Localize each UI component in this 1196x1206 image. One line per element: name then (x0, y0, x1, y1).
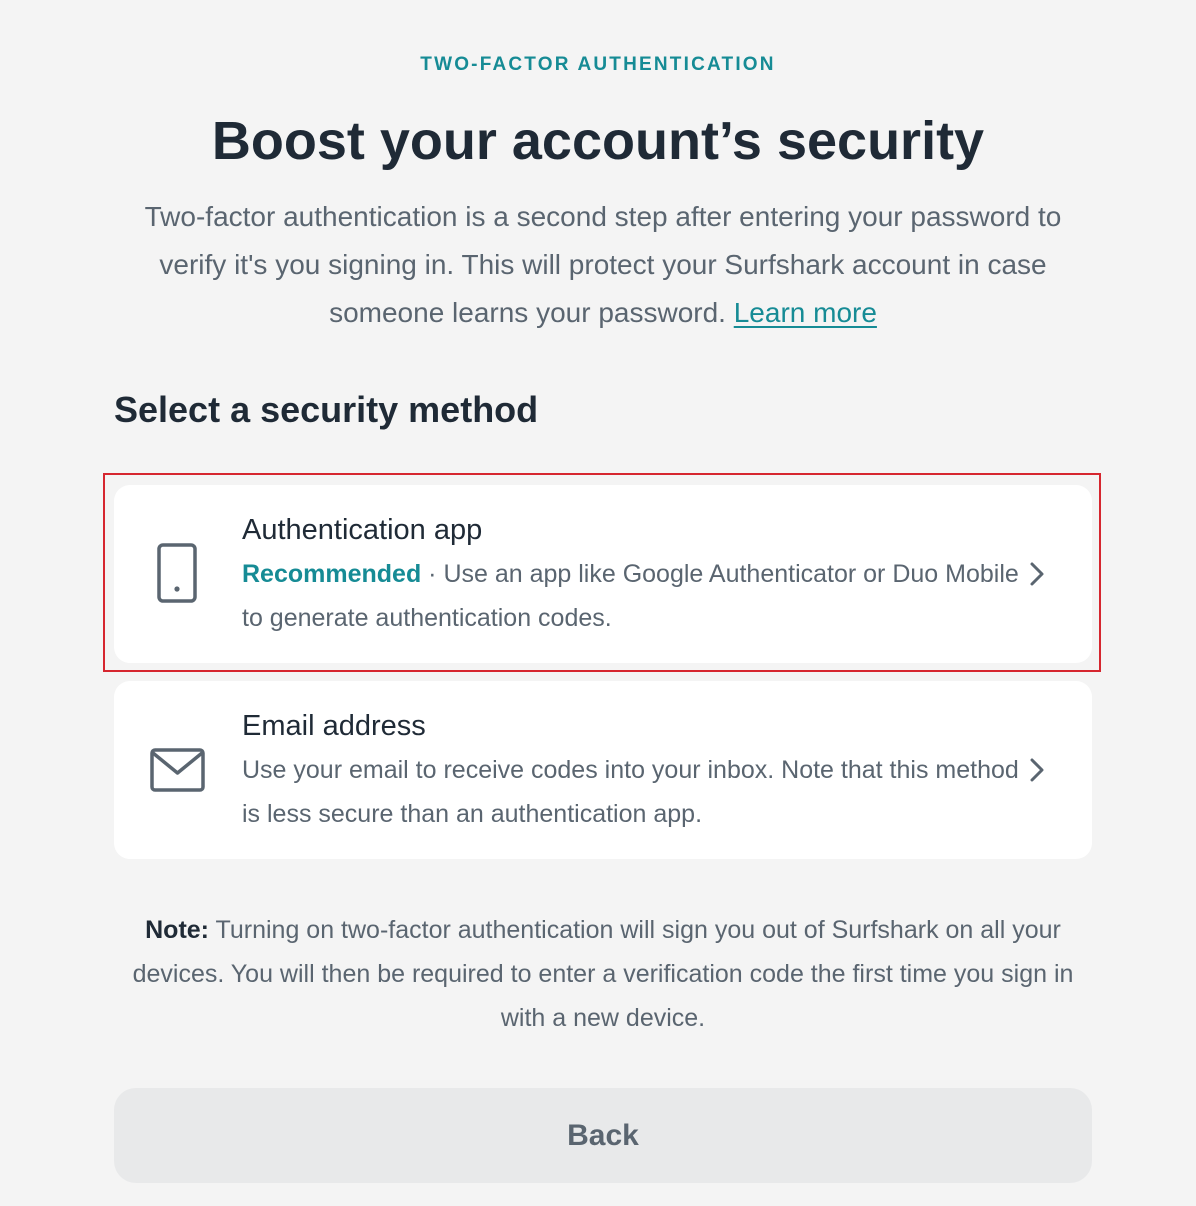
method-card-authentication-app[interactable]: Authentication app Recommended · Use an … (114, 485, 1092, 663)
badge-separator: · (421, 560, 444, 588)
intro-text: Two-factor authentication is a second st… (144, 201, 1062, 328)
recommended-badge: Recommended (242, 560, 422, 588)
back-button[interactable]: Back (114, 1088, 1092, 1183)
page-eyebrow: TWO-FACTOR AUTHENTICATION (420, 54, 776, 75)
method-description: Recommended · Use an app like Google Aut… (242, 552, 1022, 640)
method-title: Authentication app (242, 514, 483, 546)
note-text: Turning on two-factor authentication wil… (132, 916, 1074, 1032)
chevron-right-icon (1024, 757, 1050, 783)
method-description: Use your email to receive codes into you… (242, 756, 1019, 828)
chevron-right-icon (1024, 561, 1050, 587)
page-title: Boost your account’s security (211, 111, 985, 171)
method-card-email-address[interactable]: Email address Use your email to receive … (114, 681, 1092, 859)
envelope-icon (148, 738, 208, 802)
method-title: Email address (242, 710, 426, 742)
signout-note: Note: Turning on two-factor authenticati… (114, 908, 1092, 1040)
smartphone-icon (148, 542, 208, 606)
learn-more-link[interactable]: Learn more (734, 297, 877, 328)
section-title: Select a security method (114, 389, 539, 430)
note-label: Note: (145, 916, 210, 944)
intro-paragraph: Two-factor authentication is a second st… (110, 193, 1096, 337)
